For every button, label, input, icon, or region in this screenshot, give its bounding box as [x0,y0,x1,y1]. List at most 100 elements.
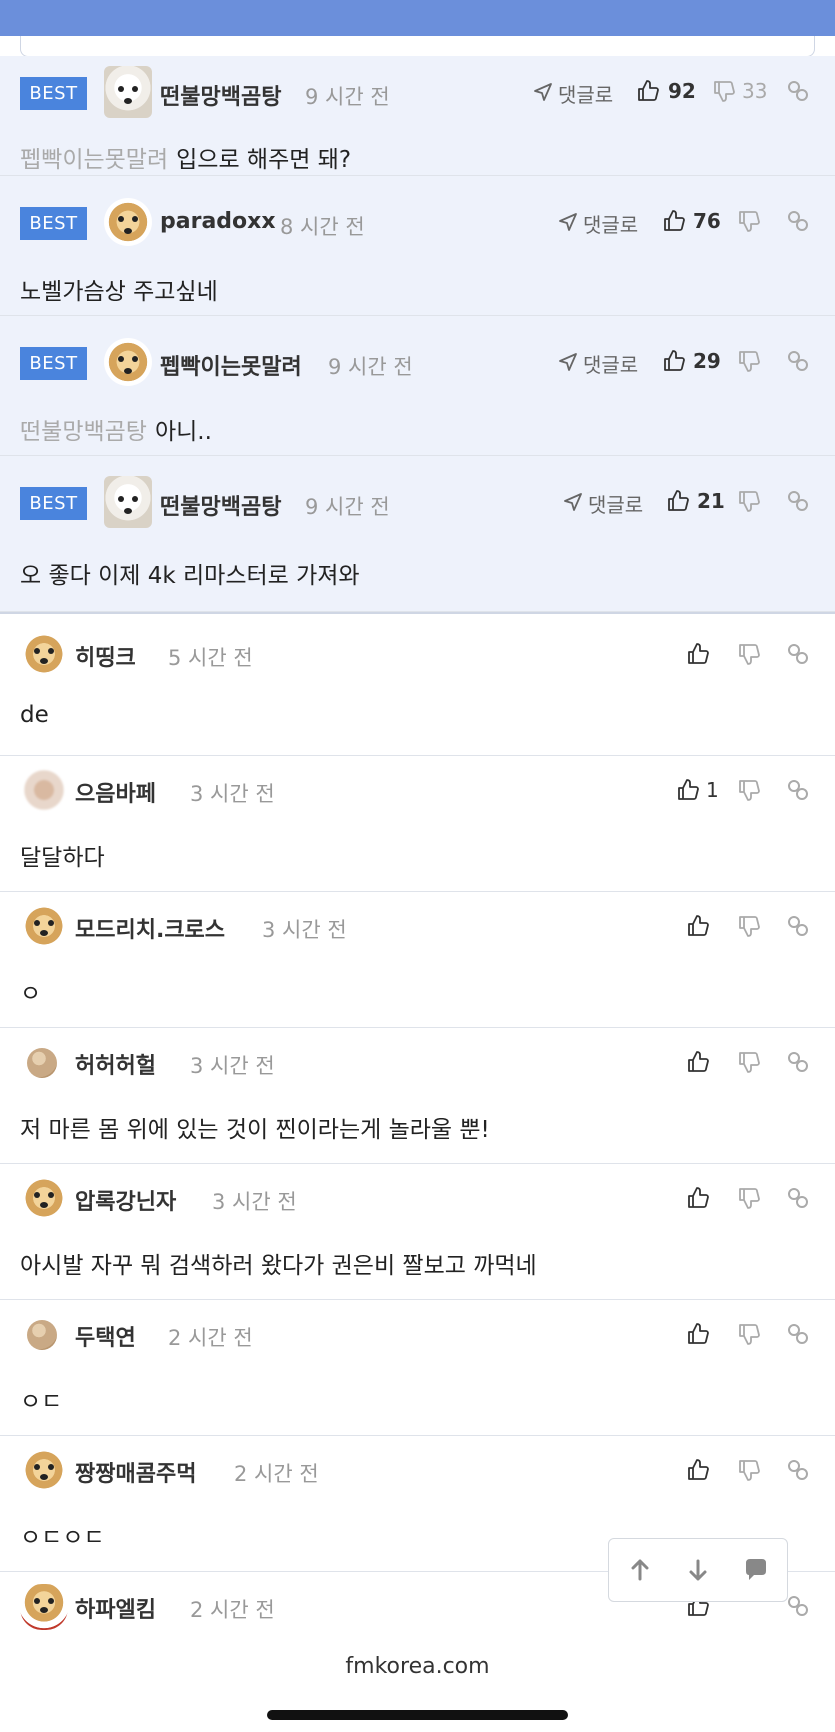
thumbs-up-icon[interactable] [662,349,686,373]
nickname[interactable]: 떤불망백곰탕 [160,79,281,111]
comment-body: 노벨가슴상 주고싶네 [20,272,218,306]
avatar[interactable] [104,476,152,528]
link-icon[interactable] [786,1186,810,1210]
comment-text: 저 마른 몸 위에 있는 것이 찐이라는게 놀라울 뿐! [20,1117,490,1143]
thumbs-up-icon[interactable] [662,209,686,233]
comment-body: 아시발 자꾸 뭐 검색하러 왔다가 권은비 짤보고 까먹네 [20,1246,537,1280]
thumbs-down-icon[interactable] [737,1050,761,1074]
thumbs-up-icon[interactable] [636,79,660,103]
best-badge: BEST [20,487,87,520]
avatar[interactable] [20,1176,68,1220]
nickname[interactable]: 하파엘킴 [75,1592,156,1624]
comment: 두택연 2 시간 전 ㅇㄷ [0,1300,835,1436]
nickname[interactable]: 모드리치.크로스 [75,912,225,944]
best-comment: BEST 펩빡이는못말려 9 시간 전 댓글로 29 떤불망백곰탕 아니.. [0,316,835,456]
thumbs-up-icon[interactable] [666,489,690,513]
avatar[interactable] [20,768,68,812]
arrow-up-icon[interactable] [625,1555,655,1585]
thumbs-down-icon[interactable] [737,914,761,938]
reply-button[interactable]: 댓글로 [588,489,643,518]
avatar[interactable] [20,1584,68,1630]
link-icon[interactable] [786,1050,810,1074]
avatar[interactable] [20,904,68,948]
nickname[interactable]: 으음바페 [75,776,156,808]
comment-header: BEST paradoxx 8 시간 전 댓글로 76 [0,194,835,248]
url-label[interactable]: fmkorea.com [0,1654,835,1679]
nickname[interactable]: 허허허헐 [75,1048,156,1080]
thumbs-up-icon[interactable] [686,1322,710,1346]
nickname[interactable]: 두택연 [75,1320,136,1352]
best-badge: BEST [20,207,87,240]
best-badge: BEST [20,77,87,110]
comment-body: ㅇㄷ [20,1382,62,1416]
nickname[interactable]: 압록강닌자 [75,1184,176,1216]
comment-body: 떤불망백곰탕 아니.. [20,412,212,446]
like-count: 1 [706,778,719,802]
like-count: 21 [697,489,725,513]
like-count: 29 [693,349,721,373]
thumbs-down-icon[interactable] [737,1322,761,1346]
link-icon[interactable] [786,1322,810,1346]
comment-body: ㅇ [20,974,41,1008]
arrow-down-icon[interactable] [683,1555,713,1585]
thumbs-down-icon[interactable] [737,642,761,666]
thumbs-down-icon[interactable] [737,489,761,513]
thumbs-down-icon[interactable] [737,209,761,233]
timestamp: 5 시간 전 [168,646,253,670]
link-icon[interactable] [786,778,810,802]
comment: 압록강닌자 3 시간 전 아시발 자꾸 뭐 검색하러 왔다가 권은비 짤보고 까… [0,1164,835,1300]
thumbs-down-icon[interactable] [737,1186,761,1210]
thumbs-up-icon[interactable] [686,1186,710,1210]
link-icon[interactable] [786,79,810,103]
avatar[interactable] [20,1448,68,1492]
comment-input-area[interactable] [20,36,815,57]
link-icon[interactable] [786,489,810,513]
reply-arrow-icon[interactable] [533,82,553,102]
nickname[interactable]: 떤불망백곰탕 [160,489,281,521]
link-icon[interactable] [786,209,810,233]
comment-bubble-icon[interactable] [741,1555,771,1585]
reply-button[interactable]: 댓글로 [583,209,638,238]
thumbs-up-icon[interactable] [686,1458,710,1482]
thumbs-down-icon[interactable] [737,349,761,373]
avatar[interactable] [104,338,152,386]
thumbs-down-icon[interactable] [737,778,761,802]
comment: 모드리치.크로스 3 시간 전 ㅇ [0,892,835,1028]
link-icon[interactable] [786,349,810,373]
mention[interactable]: 떤불망백곰탕 [20,419,147,445]
thumbs-up-icon[interactable] [676,778,700,802]
reply-button[interactable]: 댓글로 [583,349,638,378]
thumbs-up-icon[interactable] [686,642,710,666]
avatar[interactable] [27,1048,57,1078]
comment-text: 오 좋다 이제 4k 리마스터로 가져와 [20,563,360,589]
nickname[interactable]: 히띵크 [75,640,136,672]
link-icon[interactable] [786,1594,810,1618]
mention[interactable]: 펩빡이는못말려 [20,147,168,173]
link-icon[interactable] [786,1458,810,1482]
comment: 히띵크 5 시간 전 de [0,620,835,756]
link-icon[interactable] [786,642,810,666]
reply-arrow-icon[interactable] [558,212,578,232]
avatar[interactable] [104,66,152,118]
thumbs-down-icon[interactable] [712,79,736,103]
thumbs-up-icon[interactable] [686,914,710,938]
reply-arrow-icon[interactable] [558,352,578,372]
comment-text: 노벨가슴상 주고싶네 [20,279,218,305]
reply-button[interactable]: 댓글로 [558,79,613,108]
nickname[interactable]: paradoxx [160,209,276,234]
nickname[interactable]: 짱짱매콤주먹 [75,1456,196,1488]
home-indicator[interactable] [267,1710,568,1720]
link-icon[interactable] [786,914,810,938]
avatar[interactable] [20,632,68,676]
timestamp: 9 시간 전 [305,495,390,519]
comment-header: 짱짱매콤주먹 2 시간 전 [0,1436,835,1492]
timestamp: 2 시간 전 [234,1462,319,1486]
timestamp: 3 시간 전 [190,782,275,806]
nickname[interactable]: 펩빡이는못말려 [160,349,302,381]
avatar[interactable] [104,198,152,246]
avatar[interactable] [27,1320,57,1350]
thumbs-down-icon[interactable] [737,1458,761,1482]
comment-text: de [20,702,49,728]
reply-arrow-icon[interactable] [563,492,583,512]
thumbs-up-icon[interactable] [686,1050,710,1074]
